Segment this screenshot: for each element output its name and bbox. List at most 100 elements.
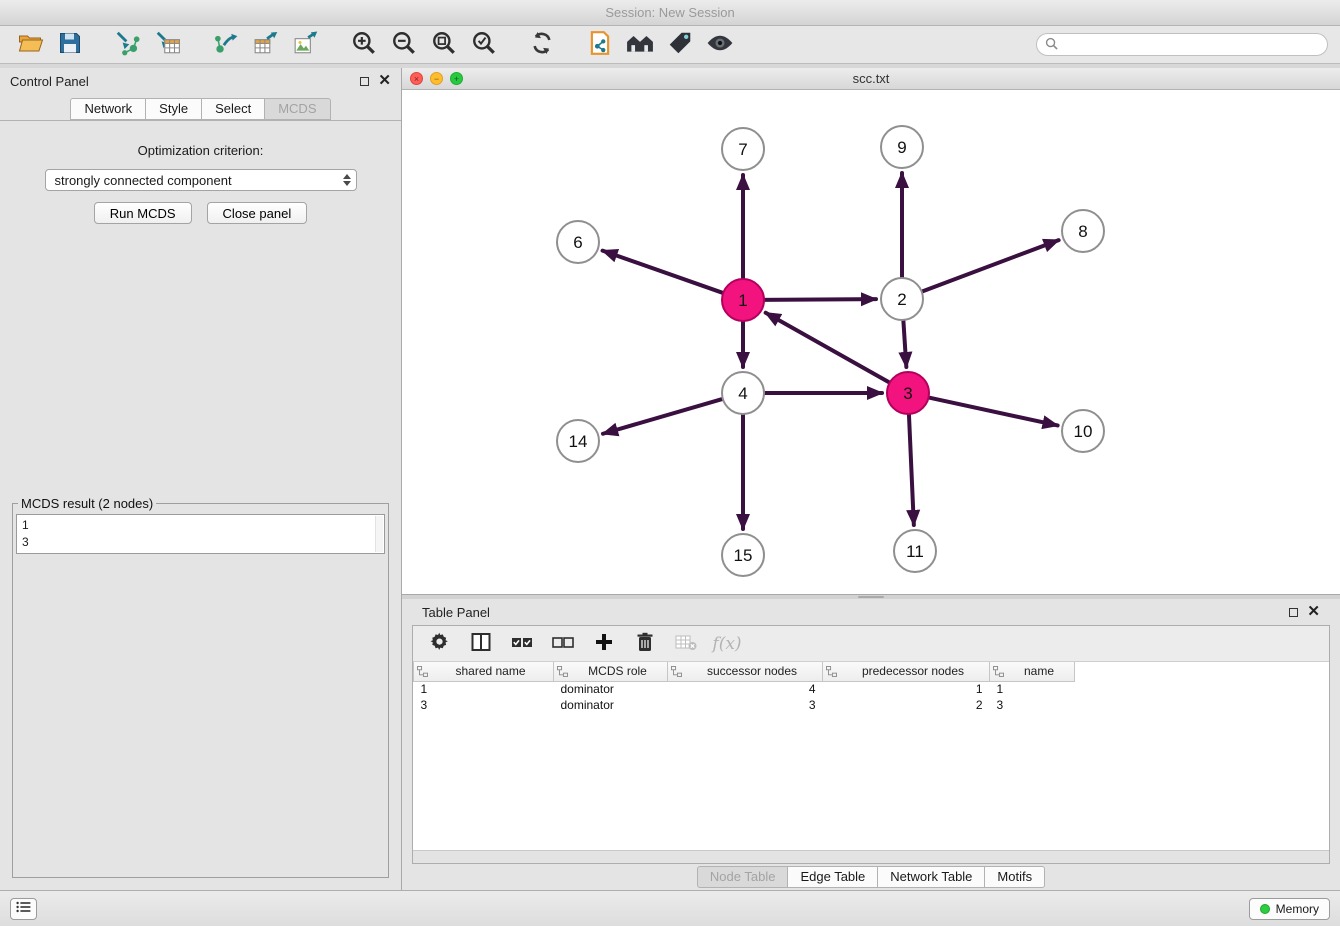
criterion-dropdown[interactable]: strongly connected component (45, 169, 357, 191)
style-button[interactable] (662, 29, 698, 61)
zoom-in-button[interactable] (346, 29, 382, 61)
result-scrollbar[interactable] (375, 516, 383, 552)
deselect-all-button[interactable] (550, 631, 576, 657)
right-area: × − + scc.txt 79681243141015 (402, 68, 1340, 890)
add-row-button[interactable] (591, 631, 617, 657)
cell-shared-name[interactable]: 1 (414, 681, 554, 697)
cell-predecessor-nodes[interactable]: 2 (823, 697, 990, 713)
close-panel-icon[interactable]: ✕ (378, 76, 391, 86)
column-header-MCDS-role[interactable]: MCDS role (554, 662, 668, 681)
export-image-button[interactable] (288, 29, 324, 61)
close-window-icon[interactable]: × (410, 72, 423, 85)
table-settings-button[interactable] (427, 631, 453, 657)
graph-edge-1-6[interactable] (603, 251, 726, 294)
eye-icon (706, 31, 734, 58)
graph-node-15[interactable]: 15 (722, 534, 764, 576)
float-panel-icon[interactable] (360, 77, 369, 86)
show-column-button[interactable] (468, 631, 494, 657)
refresh-layout-button[interactable] (524, 29, 560, 61)
column-header-shared-name[interactable]: shared name (414, 662, 554, 681)
graph-edge-3-1[interactable] (766, 313, 892, 384)
import-table-icon (155, 30, 181, 59)
graph-node-8[interactable]: 8 (1062, 210, 1104, 252)
cell-name[interactable]: 3 (990, 697, 1075, 713)
column-header-successor-nodes[interactable]: successor nodes (668, 662, 823, 681)
svg-text:9: 9 (897, 138, 906, 157)
mcds-result-list[interactable]: 13 (16, 514, 385, 554)
graph-edge-2-8[interactable] (920, 240, 1059, 292)
graph-edge-3-10[interactable] (927, 397, 1058, 425)
export-network-button[interactable] (208, 29, 244, 61)
tab-edge-table[interactable]: Edge Table (788, 866, 878, 888)
table-tabs: Node Table Edge Table Network Table Moti… (412, 864, 1330, 890)
run-mcds-button[interactable]: Run MCDS (94, 202, 192, 224)
search-field[interactable] (1036, 33, 1328, 56)
import-network-button[interactable] (110, 29, 146, 61)
save-session-button[interactable] (52, 29, 88, 61)
delete-table-button[interactable] (673, 631, 699, 657)
tab-motifs[interactable]: Motifs (985, 866, 1045, 888)
float-table-panel-icon[interactable] (1289, 608, 1298, 617)
task-history-button[interactable] (10, 898, 37, 920)
graph-node-4[interactable]: 4 (722, 372, 764, 414)
column-tree-icon (417, 666, 428, 680)
graph-edge-3-11[interactable] (909, 412, 914, 525)
table-panel-title: Table Panel (422, 605, 1289, 620)
cell-successor-nodes[interactable]: 4 (668, 681, 823, 697)
column-header-name[interactable]: name (990, 662, 1075, 681)
table-scroll-area[interactable]: shared nameMCDS rolesuccessor nodesprede… (413, 662, 1329, 850)
graph-node-7[interactable]: 7 (722, 128, 764, 170)
network-canvas[interactable]: 7 9 6 8 1 2 4 3 14 10 15 11 (402, 90, 1340, 594)
new-network-button[interactable] (582, 29, 618, 61)
memory-button[interactable]: Memory (1249, 898, 1330, 920)
zoom-selected-button[interactable] (466, 29, 502, 61)
cell-predecessor-nodes[interactable]: 1 (823, 681, 990, 697)
select-all-button[interactable] (509, 631, 535, 657)
graph-node-1[interactable]: 1 (722, 279, 764, 321)
close-panel-button[interactable]: Close panel (207, 202, 308, 224)
tab-select[interactable]: Select (202, 98, 265, 120)
graph-edge-4-14[interactable] (603, 398, 725, 433)
minimize-window-icon[interactable]: − (430, 72, 443, 85)
table-row[interactable]: 1dominator411 (414, 681, 1330, 697)
horizontal-splitter[interactable] (402, 595, 1340, 599)
tab-mcds[interactable]: MCDS (265, 98, 330, 120)
search-input[interactable] (1063, 38, 1319, 52)
graph-node-3[interactable]: 3 (887, 372, 929, 414)
graph-node-6[interactable]: 6 (557, 221, 599, 263)
cell-successor-nodes[interactable]: 3 (668, 697, 823, 713)
first-neighbors-button[interactable] (622, 29, 658, 61)
function-builder-button[interactable]: f(x) (714, 631, 740, 657)
tab-style[interactable]: Style (146, 98, 202, 120)
zoom-fit-button[interactable] (426, 29, 462, 61)
export-table-button[interactable] (248, 29, 284, 61)
tab-node-table[interactable]: Node Table (697, 866, 789, 888)
graph-node-2[interactable]: 2 (881, 278, 923, 320)
column-header-predecessor-nodes[interactable]: predecessor nodes (823, 662, 990, 681)
maximize-window-icon[interactable]: + (450, 72, 463, 85)
cell-MCDS-role[interactable]: dominator (554, 681, 668, 697)
cell-shared-name[interactable]: 3 (414, 697, 554, 713)
zoom-out-button[interactable] (386, 29, 422, 61)
column-tree-icon (671, 666, 682, 680)
table-row[interactable]: 3dominator323 (414, 697, 1330, 713)
cell-name[interactable]: 1 (990, 681, 1075, 697)
close-table-panel-icon[interactable]: ✕ (1307, 607, 1320, 617)
show-hide-details-button[interactable] (702, 29, 738, 61)
graph-node-10[interactable]: 10 (1062, 410, 1104, 452)
cell-MCDS-role[interactable]: dominator (554, 697, 668, 713)
result-item[interactable]: 1 (22, 517, 379, 534)
graph-node-9[interactable]: 9 (881, 126, 923, 168)
delete-row-button[interactable] (632, 631, 658, 657)
graph-node-11[interactable]: 11 (894, 530, 936, 572)
tab-network-table[interactable]: Network Table (878, 866, 985, 888)
open-session-button[interactable] (12, 29, 48, 61)
graph-edge-1-2[interactable] (762, 299, 876, 300)
graph-node-14[interactable]: 14 (557, 420, 599, 462)
graph-edge-2-3[interactable] (903, 318, 906, 367)
table-horizontal-scrollbar[interactable] (413, 850, 1329, 863)
result-item[interactable]: 3 (22, 534, 379, 551)
import-table-button[interactable] (150, 29, 186, 61)
svg-text:15: 15 (734, 546, 753, 565)
tab-network[interactable]: Network (70, 98, 146, 120)
